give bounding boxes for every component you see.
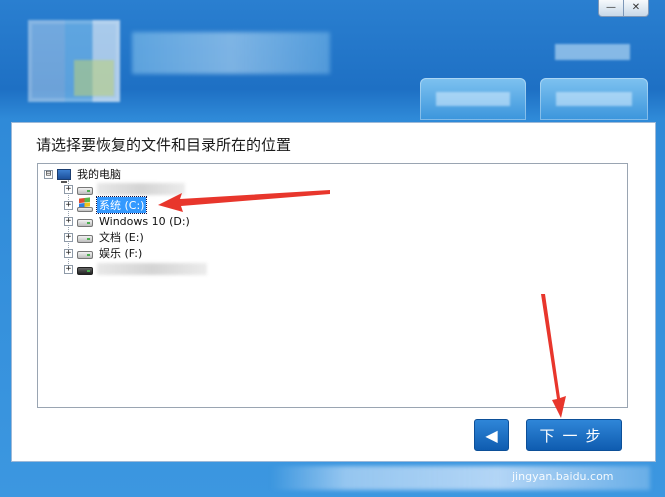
tree-node-label: 娱乐 (F:)	[99, 247, 143, 260]
expand-toggle[interactable]: +	[64, 216, 73, 226]
expand-toggle[interactable]: +	[64, 232, 73, 242]
tree-node-label: 文档 (E:)	[99, 231, 144, 244]
close-button[interactable]: ✕	[623, 0, 649, 17]
tree-node-blurred-removable[interactable]: +	[64, 261, 207, 277]
blurred-drive-label	[97, 183, 185, 195]
tree-node-drive-e[interactable]: + 文档 (E:)	[64, 229, 146, 245]
back-button[interactable]: ◀	[474, 419, 509, 451]
header-tab-2[interactable]	[540, 78, 648, 120]
header-tab-1[interactable]	[420, 78, 526, 120]
page-prompt: 请选择要恢复的文件和目录所在的位置	[36, 136, 292, 154]
minimize-button[interactable]: —	[598, 0, 624, 17]
expand-toggle[interactable]: +	[64, 248, 73, 258]
expand-toggle[interactable]: +	[64, 200, 73, 210]
tree-node-drive-f[interactable]: + 娱乐 (F:)	[64, 245, 144, 261]
drive-icon	[77, 235, 93, 243]
blurred-drive-label	[97, 263, 207, 275]
tree-node-drive-d[interactable]: + Windows 10 (D:)	[64, 213, 192, 229]
tree-node-drive-c[interactable]: + 系统 (C:)	[64, 196, 148, 214]
drive-icon	[77, 187, 93, 195]
watermark-text: jingyan.baidu.com	[512, 470, 614, 483]
drive-icon	[77, 219, 93, 227]
collapse-toggle[interactable]: ⊟	[44, 169, 53, 179]
tree-node-label: 系统 (C:)	[95, 196, 148, 214]
next-button[interactable]: 下一步	[526, 419, 622, 451]
header-banner: — ✕	[0, 0, 665, 122]
blurred-logo	[28, 20, 120, 102]
tree-node-label: 我的电脑	[77, 168, 121, 181]
blurred-app-title	[132, 32, 330, 74]
tree-node-my-computer[interactable]: ⊟ 我的电脑	[44, 166, 123, 183]
windows-drive-icon	[77, 197, 93, 212]
expand-toggle[interactable]: +	[64, 184, 73, 194]
tree-node-label: Windows 10 (D:)	[99, 214, 190, 228]
blurred-header-link	[555, 44, 630, 60]
drive-icon	[77, 251, 93, 259]
back-arrow-icon: ◀	[485, 425, 498, 445]
computer-icon	[57, 168, 71, 183]
removable-drive-icon	[77, 267, 93, 275]
app-window: — ✕ 请选择要恢复的文件和目录所在的位置 ⊟ 我的电脑 + + 系统 (C:)…	[0, 0, 665, 497]
tree-node-blurred-drive[interactable]: +	[64, 181, 185, 197]
expand-toggle[interactable]: +	[64, 264, 73, 274]
